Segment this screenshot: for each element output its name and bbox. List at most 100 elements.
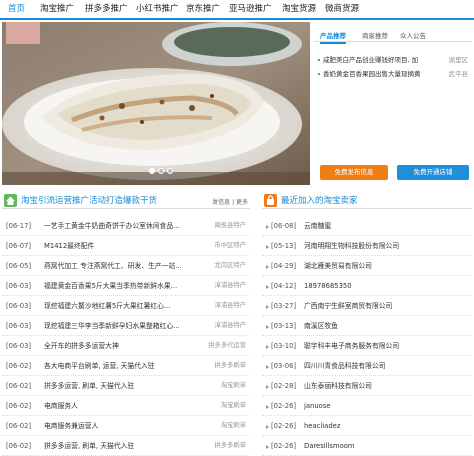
bullet-icon	[318, 73, 320, 75]
carousel-dots	[149, 168, 173, 174]
item-title[interactable]: 全开车的拼多多运营大神	[44, 336, 194, 356]
seller-name[interactable]: 聪宇科丰电子商务服务有限公司	[304, 336, 399, 356]
list-item[interactable]: [02-26] Daresillsmoom	[262, 436, 472, 456]
seller-name[interactable]: 四川川青食品科技有限公司	[304, 356, 386, 376]
item-title[interactable]: 燕窝代加工 专注燕窝代工、研发、生产一站...	[44, 256, 194, 276]
item-category[interactable]: 淘宝刷单	[221, 416, 246, 436]
tab-announcements[interactable]: 众人公告	[400, 30, 426, 40]
carousel-dot[interactable]	[158, 168, 164, 174]
nav-xiaohongshu-promo[interactable]: 小红书推广	[136, 0, 179, 18]
item-date: [04-29]	[271, 262, 297, 270]
item-category[interactable]: 漳浦县特产	[215, 316, 246, 336]
list-item[interactable]: [06-02] 电商服务人 淘宝刷单	[2, 396, 250, 416]
nav-pdd-promo[interactable]: 拼多多推广	[85, 0, 128, 18]
item-title[interactable]: 电商服务兼运营人	[44, 416, 194, 436]
section-title[interactable]: 最近加入的淘宝卖家	[281, 194, 358, 206]
item-title[interactable]: 拼多多运营, 刷单, 天猫代入驻	[44, 376, 194, 396]
list-item[interactable]: [06-08] 云南糖蜜	[262, 216, 472, 236]
list-item[interactable]: [04-29] 湖北雁美贸易有限公司	[262, 256, 472, 276]
item-date: [03-10]	[271, 342, 297, 350]
seller-name[interactable]: 云南糖蜜	[304, 216, 331, 236]
item-category[interactable]: 市中区特产	[215, 236, 246, 256]
seller-name[interactable]: 南溪区牧鱼	[304, 316, 338, 336]
list-item[interactable]: [06-07] M1412最终配件 市中区特产	[2, 236, 250, 256]
seller-name[interactable]: 河南明翔生物科技股份有限公司	[304, 236, 399, 256]
item-date: [06-02]	[6, 362, 32, 370]
post-info-button[interactable]: 免费发布信息	[320, 165, 388, 180]
item-date: [02-26]	[271, 442, 297, 450]
item-title[interactable]: 各大电商平台刷单, 运营, 天猫代入驻	[44, 356, 194, 376]
open-shop-button[interactable]: 免费开通店铺	[397, 165, 469, 180]
item-category[interactable]: 龙岗区特产	[215, 256, 246, 276]
list-item[interactable]: [06-03] 全开车的拼多多运营大神 拼多多代运营	[2, 336, 250, 356]
list-item[interactable]: [03-13] 南溪区牧鱼	[262, 316, 472, 336]
item-date: [06-02]	[6, 422, 32, 430]
item-date: [03-06]	[271, 362, 297, 370]
item-title[interactable]: 现挖福建三华李当季新鲜孕妇水果整箱红心...	[44, 316, 194, 336]
item-category[interactable]: 拼多多刷单	[215, 356, 246, 376]
nav-taobao-source[interactable]: 淘宝货源	[282, 0, 316, 18]
item-category[interactable]: 淘宝刷单	[221, 376, 246, 396]
item-category[interactable]: 闽侯县特产	[215, 216, 246, 236]
seller-name[interactable]: januose	[304, 396, 331, 416]
item-date: [06-03]	[6, 342, 32, 350]
seller-name[interactable]: 湖北雁美贸易有限公司	[304, 256, 372, 276]
list-item[interactable]: [06-02] 各大电商平台刷单, 运营, 天猫代入驻 拼多多刷单	[2, 356, 250, 376]
arrow-icon	[266, 305, 269, 309]
item-title[interactable]: 现挖福建六鳌沙地红薯5斤大果红薯红心...	[44, 296, 194, 316]
nav-wechat-source[interactable]: 微商货源	[325, 0, 359, 18]
item-category[interactable]: 漳浦县特产	[215, 296, 246, 316]
list-item[interactable]: [05-13] 河南明翔生物科技股份有限公司	[262, 236, 472, 256]
carousel-dot[interactable]	[149, 168, 155, 174]
list-item[interactable]: [06-02] 拼多多运营, 刷单, 天猫代入驻 淘宝刷单	[2, 376, 250, 396]
list-item[interactable]: [06-03] 现挖福建六鳌沙地红薯5斤大果红薯红心... 漳浦县特产	[2, 296, 250, 316]
arrow-icon	[266, 445, 269, 449]
item-category[interactable]: 漳浦县特产	[215, 276, 246, 296]
list-item[interactable]: [06-03] 现挖福建三华李当季新鲜孕妇水果整箱红心... 漳浦县特产	[2, 316, 250, 336]
item-category[interactable]: 拼多多刷单	[215, 436, 246, 456]
section-links[interactable]: 发信息 | 更多	[212, 197, 248, 206]
list-item[interactable]: [04-12] 18978685350	[262, 276, 472, 296]
item-title[interactable]: 一艺手工黄金牛奶曲奇饼干办公室休闲食品...	[44, 216, 194, 236]
nav-jd-promo[interactable]: 京东推广	[186, 0, 220, 18]
item-date: [04-12]	[271, 282, 297, 290]
nav-amazon-promo[interactable]: 亚马逊推广	[229, 0, 272, 18]
carousel-dot[interactable]	[167, 168, 173, 174]
seller-name[interactable]: 山东泰丽科技有限公司	[304, 376, 372, 396]
news-item[interactable]: 咸肥美白产品创业赚钱好项目, 加 湖里区	[318, 56, 468, 65]
item-category[interactable]: 淘宝刷单	[221, 396, 246, 416]
seller-name[interactable]: Daresillsmoom	[304, 436, 355, 456]
bullet-icon	[318, 59, 320, 61]
list-item[interactable]: [03-10] 聪宇科丰电子商务服务有限公司	[262, 336, 472, 356]
news-item[interactable]: 香奶黄金百香果园出售大量现摘黄 武平县	[318, 70, 468, 79]
list-item[interactable]: [03-27] 广西南宁生鲜室商贸有限公司	[262, 296, 472, 316]
item-date: [06-03]	[6, 282, 32, 290]
list-item[interactable]: [06-02] 拼多多运营, 刷单, 天猫代入驻 拼多多刷单	[2, 436, 250, 456]
seller-name[interactable]: heacliadez	[304, 416, 340, 436]
item-title[interactable]: M1412最终配件	[44, 236, 194, 256]
left-section-header: 淘宝引流运营推广活动打造爆款干货 发信息 | 更多	[2, 192, 250, 209]
section-title[interactable]: 淘宝引流运营推广活动打造爆款干货	[21, 194, 157, 206]
list-item[interactable]: [06-17] 一艺手工黄金牛奶曲奇饼干办公室休闲食品... 闽侯县特产	[2, 216, 250, 236]
arrow-icon	[266, 265, 269, 269]
list-item[interactable]: [02-26] januose	[262, 396, 472, 416]
item-title[interactable]: 拼多多运营, 刷单, 天猫代入驻	[44, 436, 194, 456]
seller-name[interactable]: 18978685350	[304, 276, 352, 296]
nav-home[interactable]: 首页	[8, 0, 25, 18]
list-item[interactable]: [06-05] 燕窝代加工 专注燕窝代工、研发、生产一站... 龙岗区特产	[2, 256, 250, 276]
shop-icon	[264, 194, 277, 207]
list-item[interactable]: [06-03] 福建黄金百香果5斤大果当季热带新鲜水果... 漳浦县特产	[2, 276, 250, 296]
tab-products[interactable]: 产品推荐	[320, 30, 346, 44]
item-title[interactable]: 福建黄金百香果5斤大果当季热带新鲜水果...	[44, 276, 194, 296]
tab-merchants[interactable]: 商家推荐	[362, 30, 388, 40]
nav-taobao-promo[interactable]: 淘宝推广	[40, 0, 74, 18]
list-item[interactable]: [02-28] 山东泰丽科技有限公司	[262, 376, 472, 396]
seller-name[interactable]: 广西南宁生鲜室商贸有限公司	[304, 296, 392, 316]
list-item[interactable]: [06-02] 电商服务兼运营人 淘宝刷单	[2, 416, 250, 436]
list-item[interactable]: [03-06] 四川川青食品科技有限公司	[262, 356, 472, 376]
item-title[interactable]: 电商服务人	[44, 396, 194, 416]
list-item[interactable]: [02-26] heacliadez	[262, 416, 472, 436]
arrow-icon	[266, 245, 269, 249]
item-category[interactable]: 拼多多代运营	[208, 336, 246, 356]
banner-carousel[interactable]	[2, 22, 310, 185]
